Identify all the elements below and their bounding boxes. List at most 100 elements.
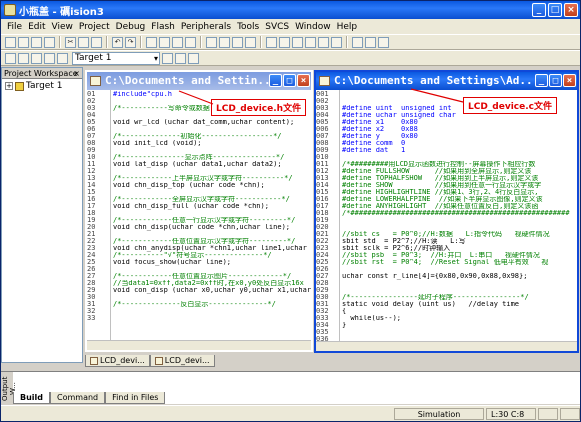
code-line[interactable]: void chn_disp_top (uchar code *chn); [113,182,311,189]
code-line[interactable]: #define x1 0x80 [342,119,577,126]
tab-find-in-files[interactable]: Find in Files [105,392,166,404]
menu-debug[interactable]: Debug [113,22,149,32]
open-file-icon[interactable] [18,36,29,48]
view-icon[interactable] [352,36,363,48]
code-line[interactable]: #define FULLSHOW //如果用到全屏显示,则定义该 [342,168,577,175]
cut-icon[interactable]: ✂ [65,36,76,48]
menu-view[interactable]: View [49,22,76,32]
code-line[interactable]: /*----------"√"符号显示--------------*/ [113,252,311,259]
window-icon[interactable] [365,36,376,48]
tab-build[interactable]: Build [13,392,51,404]
code-line[interactable]: /*######################################… [342,210,577,217]
menu-svcs[interactable]: SVCS [262,22,292,32]
code-line[interactable]: #define ANYHIGHLIGHT //如果任意位置反白,则定义该函 [342,203,577,210]
code-line[interactable]: sbit std = P2^7;//H:读 L:写 [342,238,577,245]
code-line[interactable] [113,210,311,217]
maximize-button[interactable]: □ [549,74,562,87]
unindent-icon[interactable] [219,36,230,48]
code-line[interactable]: /*----------------延时子程序----------------*… [342,294,577,301]
config-icon[interactable] [378,36,389,48]
code-line[interactable]: //当data1=0xff,data2=0xff时,在x0,y0处反白显示16x [113,280,311,287]
code-line[interactable]: /*------------上半屏显示汉字或字符----------*/ [113,175,311,182]
code-line[interactable] [113,147,311,154]
code-line[interactable] [113,126,311,133]
new-file-icon[interactable] [5,36,16,48]
code-line[interactable]: void chn_disp_full (uchar code *chn); [113,203,311,210]
code-line[interactable]: //sbit rst = P0^4; //Reset Signal 低电平有效 … [342,259,577,266]
code-line[interactable]: void lat_disp (uchar data1,uchar data2); [113,161,311,168]
prev-bookmark-icon[interactable] [159,36,170,48]
code-line[interactable]: { [342,308,577,315]
code-line[interactable]: #define y 0x80 [342,133,577,140]
file-extensions-icon[interactable] [175,52,186,64]
close-button[interactable]: × [564,3,578,17]
code-line[interactable] [342,154,577,161]
code-line[interactable]: /*------------任意一行显示汉字或字符---------*/ [113,217,311,224]
expand-icon[interactable]: + [5,82,13,90]
code-line[interactable]: void init_lcd (void); [113,140,311,147]
code-line[interactable]: #define HIGHLIGHTLINE //如果1、3行,2、4行反白显示, [342,189,577,196]
code-line[interactable] [113,294,311,301]
save-all-icon[interactable] [44,36,55,48]
next-bookmark-icon[interactable] [172,36,183,48]
bookmark-icon[interactable] [146,36,157,48]
code-line[interactable] [342,266,577,273]
code-line[interactable]: void wr_lcd (uchar dat_comm,uchar conten… [113,119,311,126]
code-line[interactable] [342,217,577,224]
doc-tab-1[interactable]: LCD_devi... [85,355,150,367]
code-line[interactable]: #define x2 0x88 [342,126,577,133]
code-line[interactable] [342,287,577,294]
disable-breakpoints-icon[interactable] [331,36,342,48]
menu-edit[interactable]: Edit [25,22,48,32]
tree-item-target[interactable]: + Target 1 [5,81,82,91]
code-editor-c[interactable]: #define uint unsigned int #define uchar u… [340,90,577,341]
download-icon[interactable] [57,52,68,64]
code-line[interactable]: /*#########用LCD显示函数进行控制--屏幕操作下相应行数 [342,161,577,168]
tab-command[interactable]: Command [50,392,106,404]
menu-tools[interactable]: Tools [234,22,262,32]
code-line[interactable] [113,231,311,238]
close-button[interactable]: × [563,74,576,87]
code-line[interactable]: #define TOPHALFSHOW //如果用到上半屏显示,则定义该 [342,175,577,182]
compile-icon[interactable] [5,52,16,64]
close-button[interactable]: × [297,74,310,87]
editor-h-titlebar[interactable]: C:\Documents and Settin... _ □ × [87,72,311,90]
code-line[interactable]: #define dat 1 [342,147,577,154]
menu-window[interactable]: Window [292,22,334,32]
find-in-files-icon[interactable] [245,36,256,48]
binoculars-icon[interactable] [266,36,277,48]
code-line[interactable]: //sbit cs = P0^0;//H:数据 L:指令代码 视硬件情况 [342,231,577,238]
code-line[interactable]: /*------------全屏显示汉字或字符-----------*/ [113,196,311,203]
minimize-button[interactable]: _ [269,74,282,87]
code-line[interactable] [342,280,577,287]
code-line[interactable]: sbit sclk = P2^6;//时钟输入 [342,245,577,252]
code-line[interactable] [113,308,311,315]
code-line[interactable]: /*--------------初始化-----------------*/ [113,133,311,140]
doc-tab-2[interactable]: LCD_devi... [149,355,215,367]
code-line[interactable]: void focus_show(uchar line); [113,259,311,266]
horizontal-scrollbar[interactable] [87,340,311,350]
menu-file[interactable]: File [4,22,25,32]
rebuild-icon[interactable] [31,52,42,64]
build-icon[interactable] [18,52,29,64]
code-line[interactable]: /*--------------反白显示--------------*/ [113,301,311,308]
code-line[interactable]: void con_disp (uchar x0,uchar y0,uchar x… [113,287,311,294]
menu-help[interactable]: Help [334,22,361,32]
code-line[interactable]: #include"cpu.h [113,91,311,98]
kill-breakpoints-icon[interactable] [305,36,316,48]
code-line[interactable]: /*------------任意位置显示图片-------------*/ [113,273,311,280]
minimize-button[interactable]: _ [535,74,548,87]
target-options-icon[interactable] [162,52,173,64]
undo-icon[interactable]: ↶ [112,36,123,48]
code-line[interactable]: } [342,322,577,329]
manage-components-icon[interactable] [188,52,199,64]
code-line[interactable]: void chn_disp(uchar code *chn,uchar line… [113,224,311,231]
menu-peripherals[interactable]: Peripherals [178,22,234,32]
code-editor-h[interactable]: #include"cpu.h/*-----------写命令或数据-------… [111,90,311,340]
code-line[interactable] [342,329,577,336]
target-select[interactable]: Target 1 [72,51,160,65]
code-line[interactable] [113,266,311,273]
code-line[interactable]: void chn_anydisp(uchar *chn1,uchar line1… [113,245,311,252]
maximize-button[interactable]: □ [548,3,562,17]
code-line[interactable]: while(us--); [342,315,577,322]
